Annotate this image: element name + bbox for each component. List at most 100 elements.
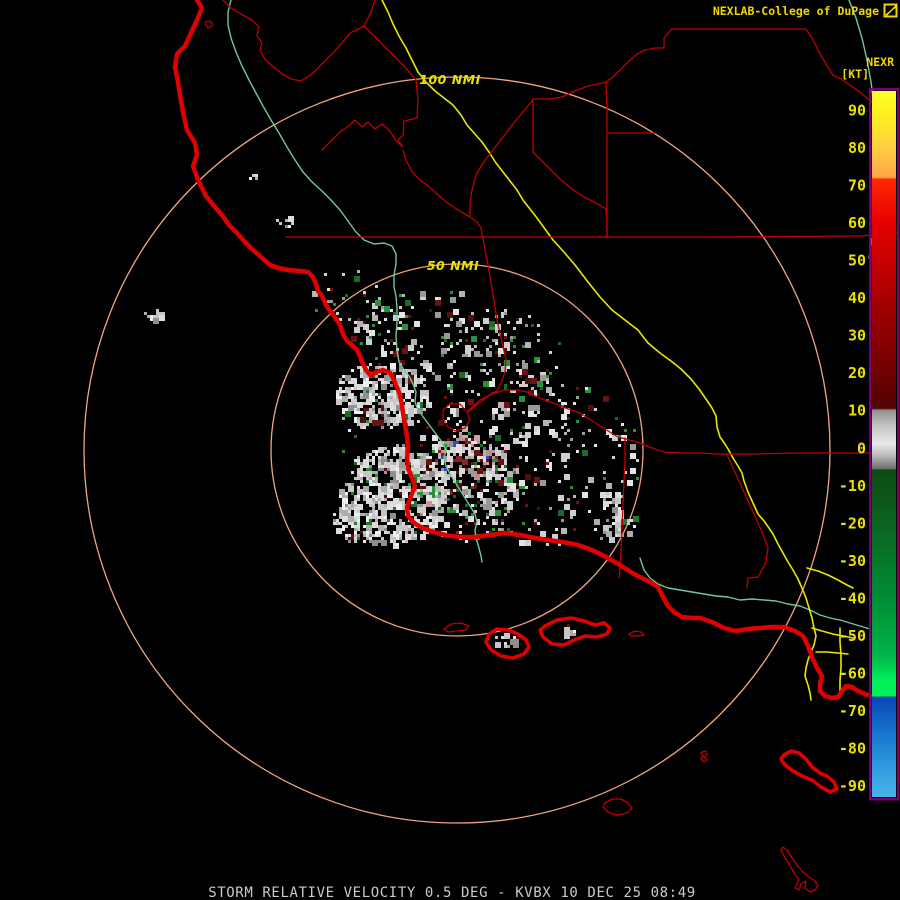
echo-cell bbox=[378, 504, 384, 510]
echo-cell bbox=[504, 507, 507, 510]
echo-cell bbox=[489, 480, 492, 483]
echo-cell bbox=[348, 381, 351, 384]
echo-cell bbox=[543, 420, 549, 426]
echo-cell bbox=[519, 375, 522, 378]
echo-cell bbox=[489, 345, 492, 348]
echo-cell bbox=[372, 540, 378, 546]
echo-cell bbox=[417, 420, 420, 423]
echo-cell bbox=[351, 378, 357, 384]
echo-cell bbox=[363, 471, 369, 477]
echo-cell bbox=[399, 327, 402, 330]
echo-cell bbox=[369, 420, 372, 423]
echo-cell bbox=[438, 420, 444, 426]
echo-cell bbox=[420, 405, 423, 408]
echo-cell bbox=[450, 291, 453, 294]
echo-cell bbox=[336, 519, 339, 522]
echo-cell bbox=[366, 480, 369, 483]
echo-cell bbox=[567, 417, 570, 420]
echo-cell bbox=[564, 402, 567, 405]
echo-cell bbox=[357, 384, 363, 390]
echo-cell bbox=[399, 489, 402, 492]
echo-cell bbox=[360, 462, 363, 465]
echo-cell bbox=[594, 528, 597, 531]
echo-cell bbox=[606, 483, 612, 489]
echo-cell bbox=[504, 360, 510, 366]
echo-cell bbox=[576, 387, 579, 390]
echo-cell bbox=[393, 504, 396, 507]
echo-cell bbox=[372, 516, 375, 519]
echo-cell bbox=[369, 540, 372, 543]
echo-cell bbox=[372, 510, 375, 513]
echo-cell bbox=[348, 402, 351, 405]
echo-cell bbox=[384, 411, 387, 414]
echo-cell bbox=[504, 450, 507, 453]
echo-cell bbox=[363, 294, 366, 297]
echo-cell bbox=[450, 342, 453, 345]
echo-cell bbox=[390, 426, 393, 429]
echo-cell bbox=[468, 315, 474, 321]
echo-cell bbox=[435, 297, 438, 300]
echo-cell bbox=[474, 321, 480, 327]
echo-cell bbox=[351, 369, 354, 372]
echo-cell bbox=[342, 375, 345, 378]
echo-cell bbox=[459, 291, 465, 297]
colorbar-tick-label: 60 bbox=[848, 214, 866, 232]
echo-cell bbox=[510, 381, 513, 384]
echo-cell bbox=[384, 504, 387, 507]
echo-cell bbox=[390, 405, 396, 411]
echo-cell bbox=[471, 327, 474, 330]
echo-cell bbox=[342, 273, 345, 276]
echo-cell bbox=[519, 435, 522, 438]
echo-cell bbox=[483, 339, 486, 342]
echo-cell bbox=[147, 315, 150, 318]
echo-cell bbox=[348, 513, 351, 516]
echo-cell bbox=[540, 387, 543, 390]
echo-cell bbox=[144, 312, 147, 315]
echo-cell bbox=[486, 516, 489, 519]
echo-cell bbox=[630, 519, 633, 522]
echo-cell bbox=[354, 513, 357, 516]
echo-cell bbox=[480, 444, 483, 447]
echo-cell bbox=[375, 300, 381, 306]
echo-cell bbox=[564, 423, 567, 426]
island-outline-thin bbox=[602, 798, 633, 816]
echo-cell bbox=[396, 471, 399, 474]
echo-cell bbox=[501, 522, 504, 525]
echo-cell bbox=[429, 513, 432, 516]
echo-cell bbox=[495, 456, 498, 459]
echo-cell bbox=[486, 456, 489, 459]
echo-cell bbox=[387, 495, 390, 498]
echo-cell bbox=[453, 504, 456, 507]
colorbar-tick-label: 10 bbox=[848, 402, 866, 420]
echo-cell bbox=[528, 528, 531, 531]
island-outline-thin bbox=[443, 622, 470, 633]
echo-cell bbox=[606, 492, 609, 495]
echo-cell bbox=[342, 507, 345, 510]
echo-cell bbox=[495, 510, 501, 516]
echo-cell bbox=[525, 423, 531, 429]
echo-cell bbox=[504, 336, 507, 339]
echo-cell bbox=[348, 387, 351, 390]
echo-cell bbox=[372, 534, 375, 537]
echo-cell bbox=[369, 531, 372, 534]
echo-cell bbox=[384, 471, 387, 474]
echo-cell bbox=[363, 513, 366, 516]
echo-cell bbox=[366, 495, 369, 498]
echo-cell bbox=[606, 531, 612, 537]
echo-cell bbox=[441, 486, 444, 489]
echo-cell bbox=[384, 507, 387, 510]
county-border-line bbox=[466, 389, 881, 455]
echo-cell bbox=[399, 525, 402, 528]
echo-cell bbox=[357, 537, 360, 540]
echo-cell bbox=[384, 516, 387, 519]
echo-cell bbox=[351, 387, 354, 390]
echo-cell bbox=[369, 417, 372, 420]
echo-cell bbox=[366, 315, 369, 318]
echo-cell bbox=[468, 375, 471, 378]
echo-cell bbox=[396, 468, 399, 471]
echo-cell bbox=[450, 375, 453, 378]
echo-cell bbox=[573, 402, 576, 405]
echo-cell bbox=[384, 318, 387, 321]
echo-cell bbox=[474, 435, 480, 441]
echo-cell bbox=[549, 372, 552, 375]
